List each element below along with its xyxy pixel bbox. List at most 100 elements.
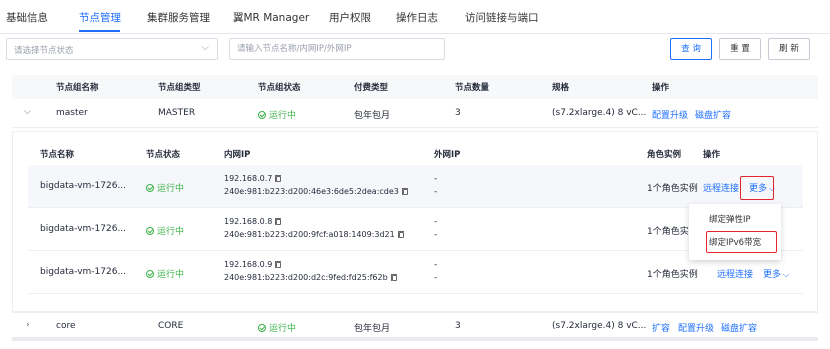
tab-user-permissions[interactable]: 用户权限 xyxy=(329,10,371,25)
group-spec: (s7.2xlarge.4) 8 vC... xyxy=(552,321,647,331)
group-type: MASTER xyxy=(158,108,196,118)
disk-expand-link[interactable]: 磁盘扩容 xyxy=(721,321,757,334)
ipv4-address: 192.168.0.9 xyxy=(224,260,273,269)
copy-icon[interactable] xyxy=(275,175,282,182)
node-status: 运行中 xyxy=(146,224,184,237)
col-node-count: 节点数量 xyxy=(455,83,490,93)
node-row: bigdata-vm-1726... 运行中 192.168.0.8 240e:… xyxy=(28,208,803,251)
ipv6-address: 240e:981:b223:d200:46e3:6de5:2dea:cde3 xyxy=(224,187,399,196)
more-button-highlight xyxy=(740,176,774,200)
col-group-status: 节点组状态 xyxy=(258,83,301,93)
group-billing: 包年包月 xyxy=(354,324,391,334)
node-status-select[interactable]: 请选择节点状态 ⌵ xyxy=(6,38,218,60)
node-status: 运行中 xyxy=(146,267,184,280)
scale-out-link[interactable]: 扩容 xyxy=(652,321,670,334)
col-role-instances: 角色实例 xyxy=(647,150,682,160)
node-name: bigdata-vm-1726... xyxy=(40,267,127,277)
ipv4-address: 192.168.0.7 xyxy=(224,174,273,183)
copy-icon[interactable] xyxy=(275,218,282,225)
node-status-placeholder: 请选择节点状态 xyxy=(14,46,74,56)
external-ip-v4: - xyxy=(434,260,438,270)
external-ip-v4: - xyxy=(434,174,438,184)
remote-connect-link[interactable]: 远程连接 xyxy=(717,267,753,280)
check-circle-icon xyxy=(258,324,266,332)
ipv6-item-highlight xyxy=(706,231,777,253)
group-name: master xyxy=(56,108,88,118)
node-row: bigdata-vm-1726... 运行中 192.168.0.9 240e:… xyxy=(28,251,803,294)
group-table-header: 节点组名称 节点组类型 节点组状态 付费类型 节点数量 规格 操作 xyxy=(12,75,818,99)
check-circle-icon xyxy=(258,111,266,119)
group-name: core xyxy=(56,321,76,331)
group-count: 3 xyxy=(455,108,461,118)
external-ip-v6: - xyxy=(434,273,438,283)
group-status-text: 运行中 xyxy=(269,324,297,334)
upgrade-config-link[interactable]: 配置升级 xyxy=(652,108,688,121)
role-instances[interactable]: 1个角色实例 xyxy=(647,181,698,194)
node-table-header: 节点名称 节点状态 内网IP 外网IP 角色实例 操作 xyxy=(28,144,803,164)
tab-access-links[interactable]: 访问链接与端口 xyxy=(465,10,539,25)
node-status-text: 运行中 xyxy=(157,227,185,237)
check-circle-icon xyxy=(146,270,154,278)
col-node-actions: 操作 xyxy=(703,150,721,160)
upgrade-config-link[interactable]: 配置升级 xyxy=(678,321,714,334)
tab-node-management[interactable]: 节点管理 xyxy=(79,10,121,25)
collapse-chevron-icon[interactable]: ⌵ xyxy=(24,107,31,117)
refresh-button[interactable]: 刷 新 xyxy=(768,38,810,60)
external-ip-v6: - xyxy=(434,230,438,240)
col-actions: 操作 xyxy=(652,83,670,93)
more-dropdown[interactable]: 更多 ⌵ xyxy=(763,267,789,280)
group-row-master: ⌵ master MASTER 运行中 包年包月 3 (s7.2xlarge.4… xyxy=(12,99,818,128)
group-status: 运行中 xyxy=(258,321,296,334)
group-billing: 包年包月 xyxy=(354,111,391,121)
col-spec: 规格 xyxy=(552,83,570,93)
node-status: 运行中 xyxy=(146,181,184,194)
node-status-text: 运行中 xyxy=(157,184,185,194)
copy-icon[interactable] xyxy=(397,231,404,238)
ipv6-cell: 240e:981:b223:d200:9fcf:a018:1409:3d21 xyxy=(224,230,404,239)
active-tab-indicator xyxy=(79,30,120,32)
reset-button[interactable]: 重 置 xyxy=(719,38,761,60)
expand-chevron-icon[interactable]: › xyxy=(26,320,30,330)
col-internal-ip: 内网IP xyxy=(224,150,251,160)
chevron-down-icon: ⌵ xyxy=(783,270,790,279)
node-search-input[interactable] xyxy=(229,38,445,60)
disk-expand-link[interactable]: 磁盘扩容 xyxy=(695,108,731,121)
col-group-type: 节点组类型 xyxy=(158,83,201,93)
ipv4-cell: 192.168.0.7 xyxy=(224,174,282,183)
ipv6-address: 240e:981:b223:d200:9fcf:a018:1409:3d21 xyxy=(224,230,395,239)
ipv4-cell: 192.168.0.9 xyxy=(224,260,282,269)
col-group-name: 节点组名称 xyxy=(56,83,99,93)
external-ip-v4: - xyxy=(434,217,438,227)
tab-cluster-service[interactable]: 集群服务管理 xyxy=(147,10,210,25)
group-count: 3 xyxy=(455,321,461,331)
role-instances[interactable]: 1个角色实例 xyxy=(647,267,698,280)
node-row: bigdata-vm-1726... 运行中 192.168.0.7 240e:… xyxy=(28,165,803,208)
tab-mr-manager[interactable]: 翼MR Manager xyxy=(233,10,309,25)
ipv6-cell: 240e:981:b223:d200:46e3:6de5:2dea:cde3 xyxy=(224,187,408,196)
ipv6-address: 240e:981:b223:d200:d2c:9fed:fd25:f62b xyxy=(224,273,388,282)
horizontal-scrollbar[interactable] xyxy=(12,337,818,341)
tab-operation-log[interactable]: 操作日志 xyxy=(396,10,438,25)
tab-basic-info[interactable]: 基础信息 xyxy=(6,10,48,25)
col-node-status: 节点状态 xyxy=(146,150,181,160)
node-name: bigdata-vm-1726... xyxy=(40,224,127,234)
ipv4-cell: 192.168.0.8 xyxy=(224,217,282,226)
check-circle-icon xyxy=(146,184,154,192)
more-label: 更多 xyxy=(763,270,782,280)
bind-elastic-ip-item[interactable]: 绑定弹性IP xyxy=(689,210,781,230)
col-external-ip: 外网IP xyxy=(434,150,461,160)
copy-icon[interactable] xyxy=(401,188,408,195)
group-spec: (s7.2xlarge.4) 8 vC... xyxy=(552,108,647,118)
group-status-text: 运行中 xyxy=(269,111,297,121)
ipv6-cell: 240e:981:b223:d200:d2c:9fed:fd25:f62b xyxy=(224,273,397,282)
tab-bar: 基础信息 节点管理 集群服务管理 翼MR Manager 用户权限 操作日志 访… xyxy=(0,0,830,34)
copy-icon[interactable] xyxy=(275,261,282,268)
chevron-down-icon: ⌵ xyxy=(201,42,209,53)
node-status-text: 运行中 xyxy=(157,270,185,280)
query-button[interactable]: 查 询 xyxy=(670,38,712,60)
check-circle-icon xyxy=(146,227,154,235)
remote-connect-link[interactable]: 远程连接 xyxy=(703,181,739,194)
copy-icon[interactable] xyxy=(390,274,397,281)
ipv4-address: 192.168.0.8 xyxy=(224,217,273,226)
group-type: CORE xyxy=(158,321,184,331)
